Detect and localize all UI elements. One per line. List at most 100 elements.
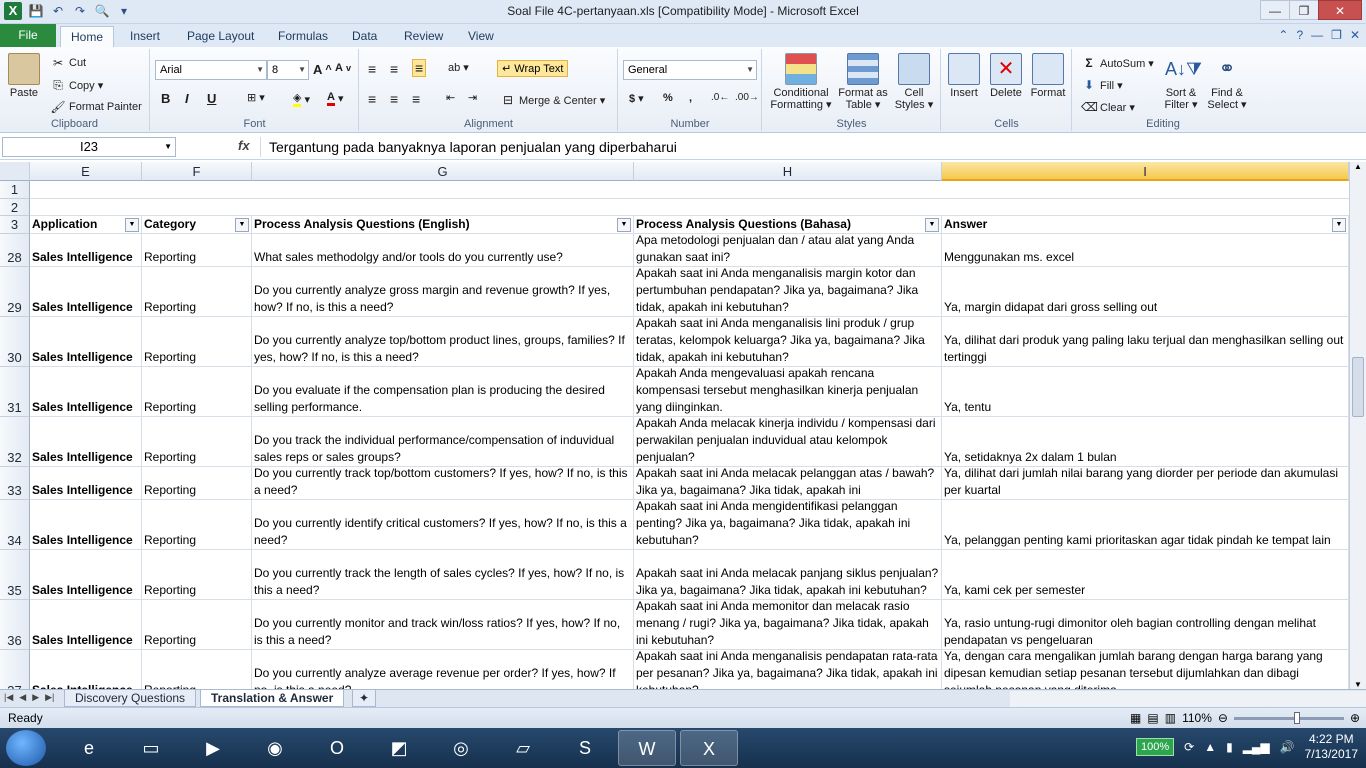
row-header[interactable]: 37 [0,650,30,689]
volume-icon[interactable]: 🔊 [1280,740,1295,754]
name-box[interactable]: I23 ▼ [2,137,176,157]
font-size-combo[interactable]: 8 ▼ [267,60,309,80]
merge-center-button[interactable]: ⊟ Merge & Center ▾ [500,92,605,108]
decrease-indent-icon[interactable]: ⇤ [446,91,455,104]
autosum-button[interactable]: Σ AutoSum ▾ [1081,55,1153,71]
fill-button[interactable]: ⬇ Fill ▾ [1081,77,1123,93]
select-all-corner[interactable] [0,162,30,181]
zoom-out-icon[interactable]: ⊖ [1218,711,1228,725]
cell-application[interactable]: Sales Intelligence [30,550,142,600]
cell-question-bahasa[interactable]: Apakah saat ini Anda menganalisis pendap… [634,650,942,689]
start-button-icon[interactable] [6,730,46,766]
insert-function-icon[interactable]: fx [238,138,250,153]
cell-question-english[interactable]: Do you currently track top/bottom custom… [252,467,634,500]
row-header[interactable]: 36 [0,600,30,650]
fill-color-icon[interactable]: ◈ ▾ [293,91,310,107]
row-header[interactable]: 34 [0,500,30,550]
tab-formulas[interactable]: Formulas [268,26,338,47]
cell-question-english[interactable]: Do you currently analyze average revenue… [252,650,634,689]
cell-answer[interactable]: Ya, rasio untung-rugi dimonitor oleh bag… [942,600,1349,650]
doc-close-icon[interactable]: ✕ [1350,28,1360,42]
column-header-h[interactable]: H [634,162,942,181]
scroll-down-icon[interactable]: ▼ [1350,680,1366,689]
cell-question-bahasa[interactable]: Apakah Anda mengevaluasi apakah rencana … [634,367,942,417]
row-header[interactable]: 33 [0,467,30,500]
cell-question-bahasa[interactable]: Apakah saat ini Anda melacak pelanggan a… [634,467,942,500]
cell-category[interactable]: Reporting [142,600,252,650]
bold-button[interactable]: B [161,91,170,106]
cell-application[interactable]: Sales Intelligence [30,500,142,550]
wrap-text-button[interactable]: ↵ Wrap Text [497,60,569,77]
row-header[interactable]: 2 [0,199,30,216]
cell-question-english[interactable]: Do you currently track the length of sal… [252,550,634,600]
cell-category[interactable]: Reporting [142,367,252,417]
header-application[interactable]: Application ▼ [30,216,142,234]
header-questions-bahasa[interactable]: Process Analysis Questions (Bahasa) ▼ [634,216,942,234]
cell-category[interactable]: Reporting [142,267,252,317]
cell-answer[interactable]: Ya, pelanggan penting kami prioritaskan … [942,500,1349,550]
cell-application[interactable]: Sales Intelligence [30,417,142,467]
cell-question-english[interactable]: Do you currently analyze gross margin an… [252,267,634,317]
show-hidden-icons[interactable]: ▲ [1204,740,1216,754]
filter-dropdown-icon[interactable]: ▼ [125,218,139,232]
cell-application[interactable]: Sales Intelligence [30,367,142,417]
folder-app-icon[interactable]: ▱ [494,730,552,766]
help-icon[interactable]: ? [1296,28,1303,42]
align-right-icon[interactable]: ≡ [412,91,420,107]
underline-button[interactable]: U [207,91,216,106]
firefox-icon[interactable]: ◉ [246,730,304,766]
cell-answer[interactable]: Ya, kami cek per semester [942,550,1349,600]
cell-question-english[interactable]: Do you evaluate if the compensation plan… [252,367,634,417]
align-middle-icon[interactable]: ≡ [390,61,398,77]
column-header-e[interactable]: E [30,162,142,181]
cell-application[interactable]: Sales Intelligence [30,267,142,317]
cell-category[interactable]: Reporting [142,650,252,689]
minimize-button[interactable]: — [1260,0,1290,20]
page-break-view-icon[interactable]: ▥ [1165,711,1176,725]
find-select-button[interactable]: ⚭ Find & Select ▾ [1205,53,1249,111]
decrease-decimal-icon[interactable]: .00→ [735,92,759,103]
cell-question-bahasa[interactable]: Apakah saat ini Anda melacak panjang sik… [634,550,942,600]
cell-category[interactable]: Reporting [142,417,252,467]
cell-question-english[interactable]: Do you track the individual performance/… [252,417,634,467]
cell-answer[interactable]: Ya, margin didapat dari gross selling ou… [942,267,1349,317]
tab-data[interactable]: Data [342,26,387,47]
powerpoint-icon[interactable]: ◩ [370,730,428,766]
row-header[interactable]: 28 [0,234,30,267]
cell-answer[interactable]: Ya, dengan cara mengalikan jumlah barang… [942,650,1349,689]
word-icon[interactable]: W [618,730,676,766]
cell-question-bahasa[interactable]: Apakah saat ini Anda memonitor dan melac… [634,600,942,650]
insert-sheet-icon[interactable]: ✦ [352,690,377,707]
cell-category[interactable]: Reporting [142,234,252,267]
zoom-in-icon[interactable]: ⊕ [1350,711,1360,725]
header-questions-english[interactable]: Process Analysis Questions (English) ▼ [252,216,634,234]
cell-answer[interactable]: Ya, tentu [942,367,1349,417]
scroll-thumb[interactable] [1352,357,1364,417]
blank-row[interactable] [30,199,1349,216]
currency-button[interactable]: $ ▾ [629,92,644,105]
zoom-level[interactable]: 110% [1182,711,1212,725]
row-header[interactable]: 31 [0,367,30,417]
vertical-scrollbar[interactable]: ▲ ▼ [1349,162,1366,689]
sync-icon[interactable]: ⟳ [1184,740,1194,754]
doc-minimize-icon[interactable]: — [1311,28,1323,42]
tab-file[interactable]: File [0,24,56,47]
insert-button[interactable]: Insert [944,53,984,99]
format-button[interactable]: Format [1028,53,1068,99]
percent-button[interactable]: % [663,92,673,104]
cell-answer[interactable]: Ya, dilihat dari jumlah nilai barang yan… [942,467,1349,500]
row-header[interactable]: 32 [0,417,30,467]
tab-view[interactable]: View [458,26,504,47]
row-header[interactable]: 29 [0,267,30,317]
media-player-icon[interactable]: ▶ [184,730,242,766]
comma-button[interactable]: , [689,92,692,104]
sheet-tab-discovery-questions[interactable]: Discovery Questions [64,690,197,707]
excel-taskbar-icon[interactable]: X [680,730,738,766]
cell-question-bahasa[interactable]: Apa metodologi penjualan dan / atau alat… [634,234,942,267]
cell-question-english[interactable]: Do you currently analyze top/bottom prod… [252,317,634,367]
cell-question-english[interactable]: Do you currently monitor and track win/l… [252,600,634,650]
filter-dropdown-icon[interactable]: ▼ [617,218,631,232]
blank-row[interactable] [30,181,1349,199]
tab-insert[interactable]: Insert [120,26,170,47]
row-header[interactable]: 35 [0,550,30,600]
